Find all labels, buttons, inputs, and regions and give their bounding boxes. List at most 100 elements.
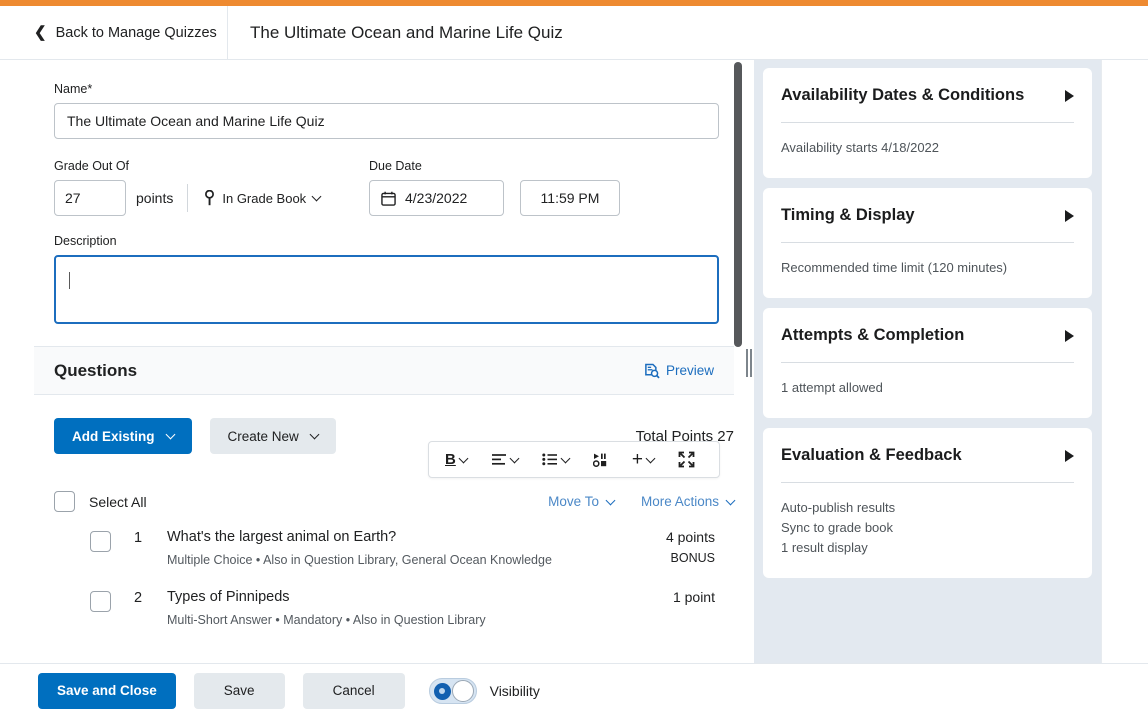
insert-media-button[interactable] — [589, 450, 612, 470]
create-new-button[interactable]: Create New — [209, 418, 336, 454]
eye-pupil — [439, 688, 446, 694]
visibility-label: Visibility — [489, 682, 540, 699]
toggle-knob[interactable] — [451, 679, 474, 702]
in-grade-book-label: In Grade Book — [222, 190, 307, 206]
panel-timing-display: Timing & Display Recommended time limit … — [763, 188, 1092, 298]
triangle-right-icon — [1065, 329, 1074, 342]
bold-icon: B — [445, 451, 456, 468]
chevron-down-icon — [309, 429, 320, 440]
align-button[interactable] — [487, 450, 522, 469]
back-button-label: Back to Manage Quizzes — [55, 24, 217, 41]
cancel-button[interactable]: Cancel — [302, 672, 405, 709]
panel-header[interactable]: Evaluation & Feedback — [781, 446, 1074, 465]
add-existing-button[interactable]: Add Existing — [54, 418, 192, 454]
panel-title: Attempts & Completion — [781, 326, 965, 344]
key-icon — [205, 190, 215, 206]
points-unit-label: points — [136, 190, 174, 206]
panel-header[interactable]: Availability Dates & Conditions — [781, 86, 1074, 105]
question-meta: Multi-Short Answer • Mandatory • Also in… — [167, 613, 486, 627]
preview-label: Preview — [665, 363, 714, 378]
panel-summary-line: Auto-publish results — [781, 500, 896, 515]
question-number: 2 — [133, 590, 143, 606]
required-marker: * — [87, 82, 93, 96]
add-existing-label: Add Existing — [72, 428, 155, 444]
bold-button[interactable]: B — [441, 449, 471, 470]
right-gutter — [1101, 60, 1148, 663]
divider — [781, 242, 1074, 243]
description-editor[interactable] — [54, 255, 719, 324]
description-field-block: Description B + — [0, 216, 740, 478]
save-and-close-button[interactable]: Save and Close — [38, 672, 176, 709]
question-title: Types of Pinnipeds — [167, 589, 290, 605]
select-all-checkbox[interactable] — [54, 491, 75, 512]
panel-summary-line: Sync to grade book — [781, 520, 894, 535]
back-to-manage-quizzes-button[interactable]: ❮ Back to Manage Quizzes — [0, 6, 228, 59]
question-checkbox[interactable] — [90, 531, 111, 552]
select-all-label: Select All — [89, 493, 147, 510]
triangle-right-icon — [1065, 89, 1074, 102]
chevron-down-icon — [560, 453, 571, 463]
chevron-down-icon — [311, 191, 322, 202]
chevron-down-icon — [645, 453, 656, 463]
pane-splitter[interactable] — [744, 60, 754, 663]
chevron-down-icon — [458, 453, 469, 463]
splitter-grip-icon — [745, 348, 753, 378]
create-new-label: Create New — [227, 428, 299, 444]
due-time-input[interactable]: 11:59 PM — [520, 180, 620, 216]
name-label: Name* — [54, 82, 93, 96]
scrollbar-thumb[interactable] — [734, 62, 742, 347]
align-left-icon — [491, 454, 506, 465]
panel-evaluation-feedback: Evaluation & Feedback Auto-publish resul… — [763, 428, 1092, 578]
chevron-down-icon — [605, 495, 616, 505]
visibility-toggle[interactable] — [428, 677, 477, 704]
page-header: ❮ Back to Manage Quizzes The Ultimate Oc… — [0, 6, 1148, 60]
grade-out-of-input[interactable] — [54, 180, 126, 216]
panel-summary-line: Availability starts 4/18/2022 — [781, 140, 940, 155]
question-meta: Multiple Choice • Also in Question Libra… — [167, 553, 552, 567]
plus-icon: + — [631, 449, 643, 470]
select-all-row: Select All Move To More Actions — [54, 491, 736, 512]
quiz-name-input[interactable] — [54, 103, 719, 139]
panel-title: Availability Dates & Conditions — [781, 86, 1025, 104]
calendar-icon — [381, 191, 396, 206]
question-body: What's the largest animal on Earth? Mult… — [155, 529, 623, 567]
move-to-dropdown[interactable]: Move To — [548, 494, 616, 509]
panel-title: Timing & Display — [781, 206, 915, 224]
chevron-down-icon — [509, 453, 520, 463]
table-row[interactable]: 1 What's the largest animal on Earth? Mu… — [90, 512, 715, 567]
divider — [781, 482, 1074, 483]
table-row[interactable]: 2 Types of Pinnipeds Multi-Short Answer … — [90, 567, 715, 627]
status-badge: BONUS — [670, 551, 715, 565]
due-date-input[interactable]: 4/23/2022 — [369, 180, 504, 216]
question-title: What's the largest animal on Earth? — [167, 529, 397, 545]
panel-header[interactable]: Timing & Display — [781, 206, 1074, 225]
document-search-icon — [645, 363, 660, 378]
bulleted-list-icon — [542, 453, 557, 466]
rich-text-editor-toolbar: B + — [428, 441, 720, 478]
in-grade-book-dropdown[interactable]: In Grade Book — [202, 188, 322, 208]
chevron-left-icon: ❮ — [34, 24, 47, 41]
panel-attempts-completion: Attempts & Completion 1 attempt allowed — [763, 308, 1092, 418]
question-checkbox[interactable] — [90, 591, 111, 612]
left-pane-scrollbar[interactable] — [733, 60, 743, 663]
due-date-label: Due Date — [369, 159, 422, 173]
question-body: Types of Pinnipeds Multi-Short Answer • … — [155, 589, 623, 627]
insert-more-button[interactable]: + — [628, 447, 658, 472]
list-button[interactable] — [538, 450, 573, 469]
preview-button[interactable]: Preview — [644, 363, 714, 379]
grip-line — [750, 349, 752, 377]
eye-icon — [433, 682, 451, 700]
due-date-controls: 4/23/2022 11:59 PM — [369, 180, 740, 216]
more-actions-label: More Actions — [640, 494, 719, 509]
move-to-label: Move To — [548, 494, 599, 509]
triangle-right-icon — [1065, 209, 1074, 222]
fullscreen-button[interactable] — [674, 448, 699, 471]
text-caret — [69, 272, 70, 289]
content-area: Name* Grade Out Of points — [0, 60, 1148, 663]
quiz-editor-page: ❮ Back to Manage Quizzes The Ultimate Oc… — [0, 0, 1148, 717]
more-actions-dropdown[interactable]: More Actions — [640, 494, 736, 509]
visibility-toggle-group: Visibility — [428, 677, 540, 704]
save-button[interactable]: Save — [193, 672, 285, 709]
panel-header[interactable]: Attempts & Completion — [781, 326, 1074, 345]
page-title: The Ultimate Ocean and Marine Life Quiz — [250, 22, 563, 42]
